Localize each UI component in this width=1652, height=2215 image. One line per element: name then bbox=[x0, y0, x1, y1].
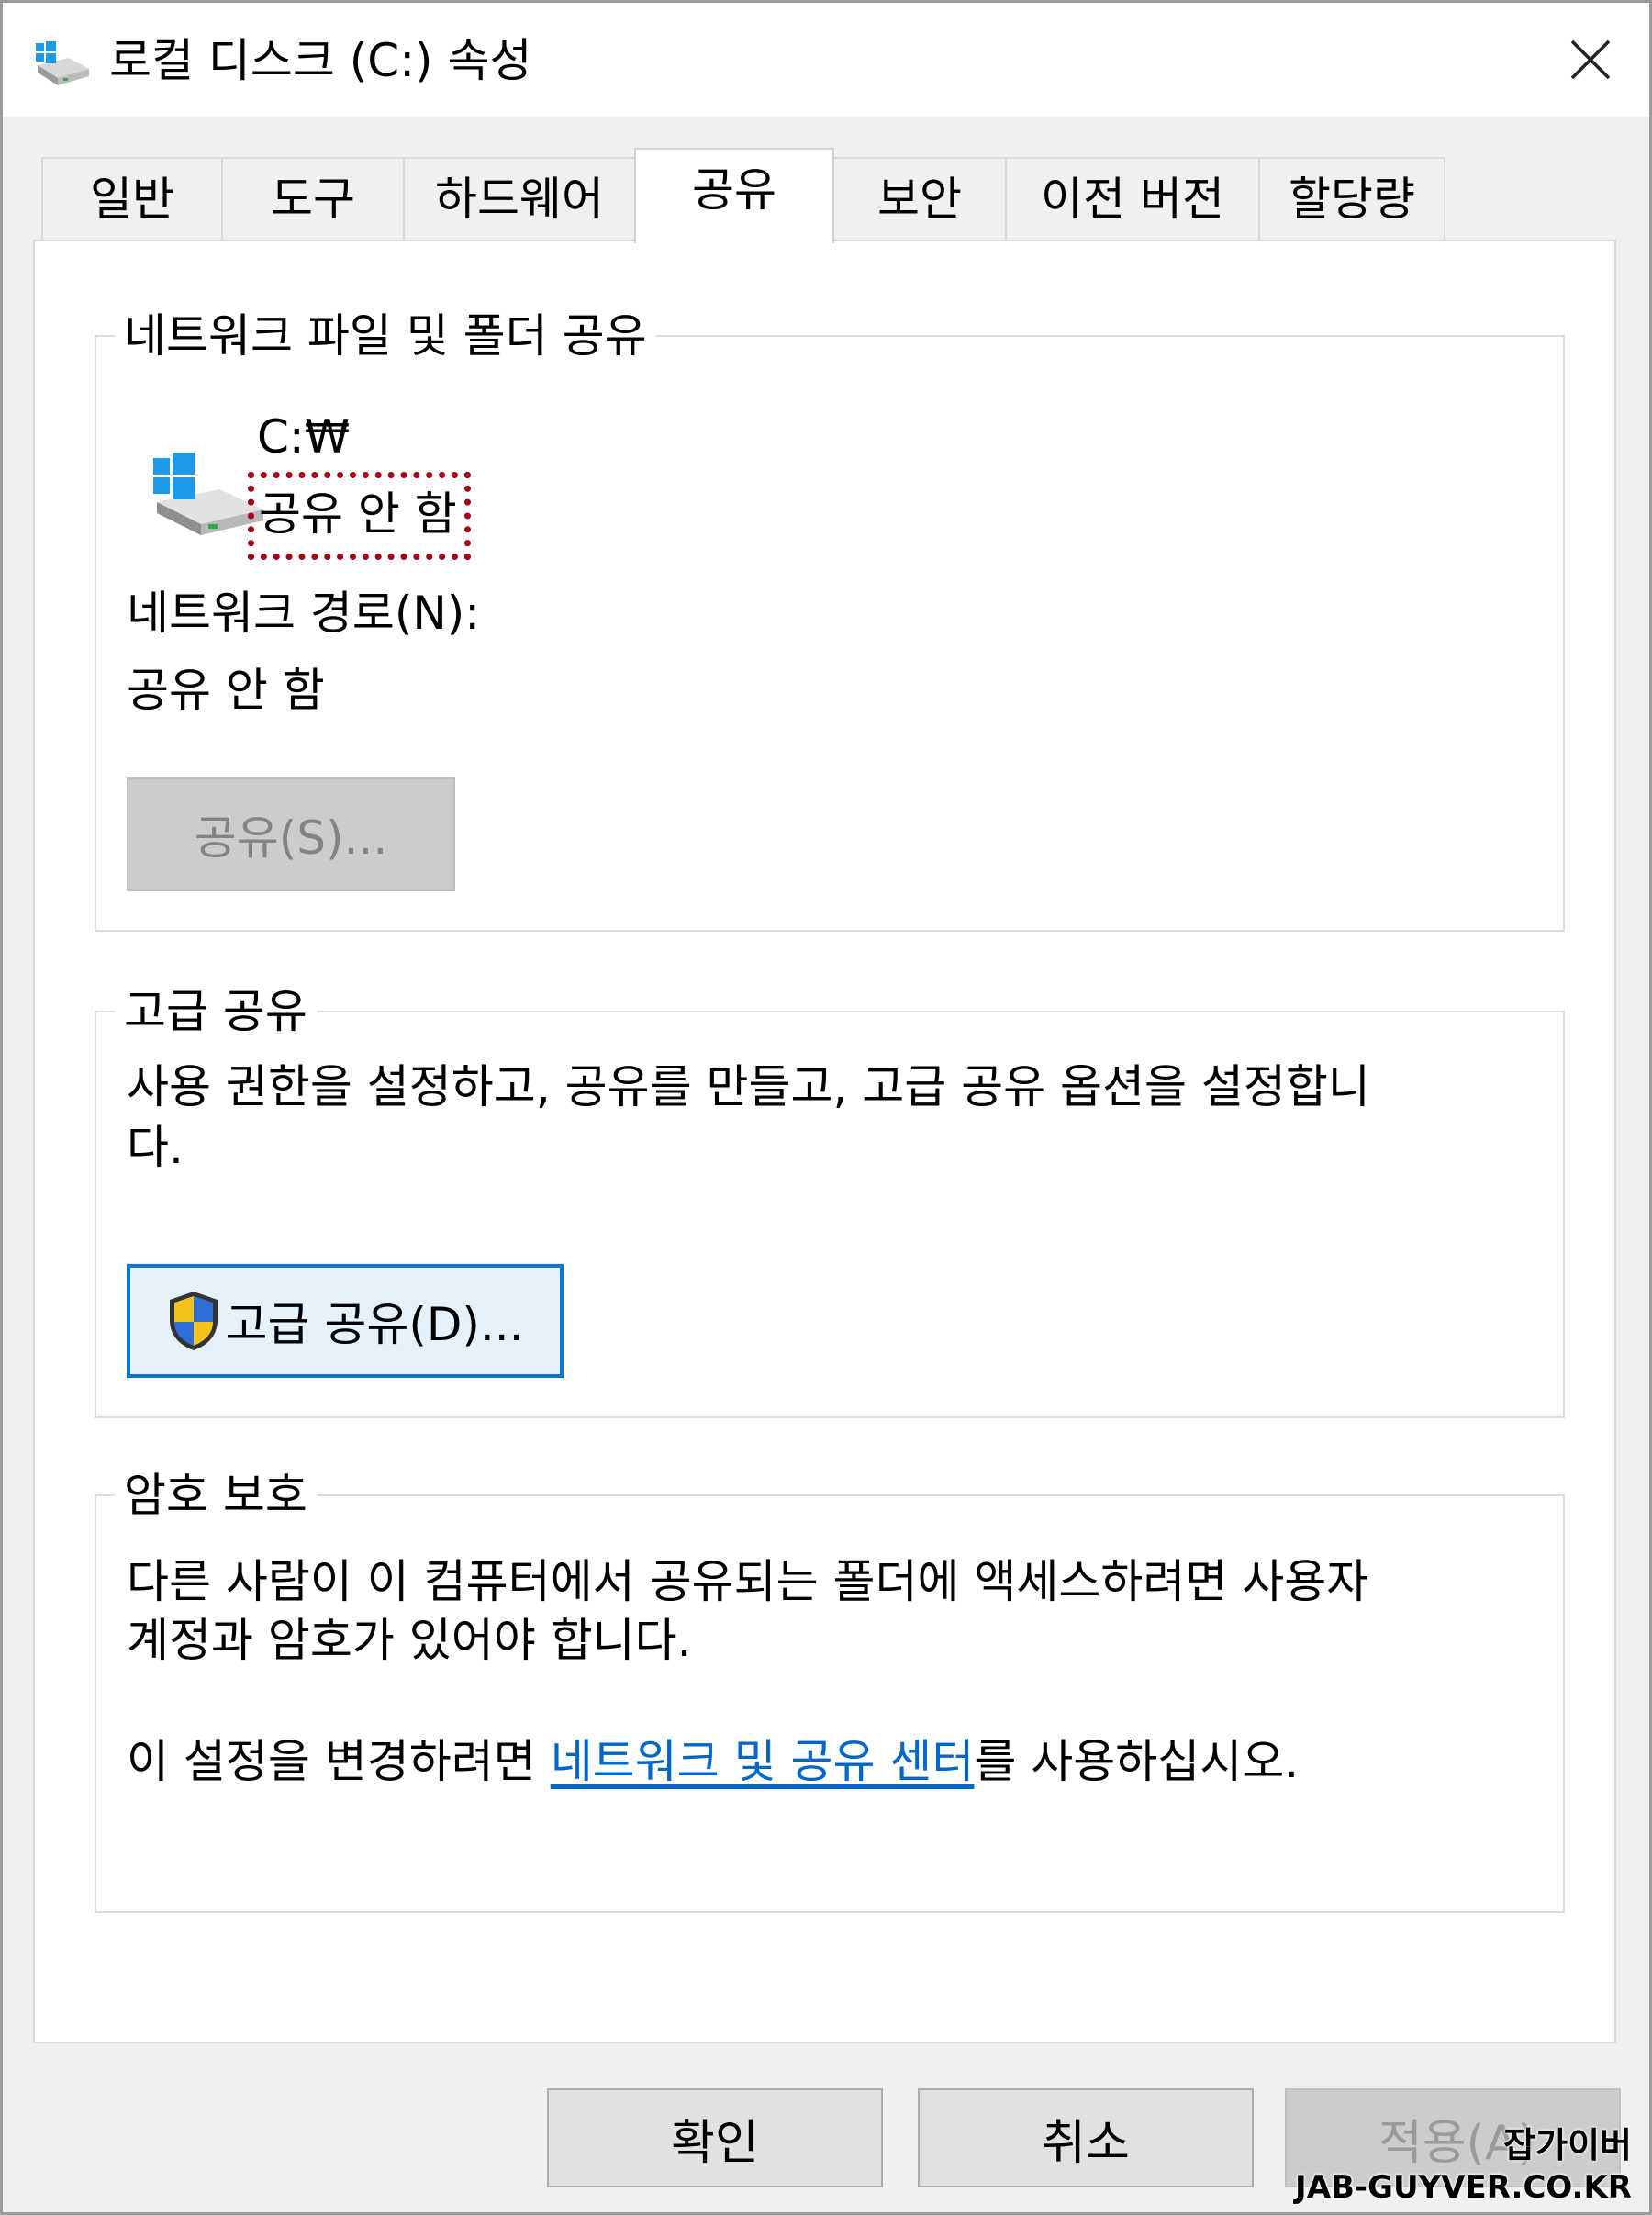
advanced-sharing-legend: 고급 공유 bbox=[115, 981, 317, 1042]
network-sharing-group: 네트워크 파일 및 폴더 공유 C:₩ 공유 안 함 네트워크 경로(N): 공… bbox=[95, 306, 1565, 932]
ok-button[interactable]: 확인 bbox=[547, 2088, 883, 2187]
cancel-button[interactable]: 취소 bbox=[918, 2088, 1254, 2187]
advanced-sharing-button[interactable]: 고급 공유(D)... bbox=[127, 1264, 564, 1378]
tab-general[interactable]: 일반 bbox=[41, 157, 223, 241]
network-path-label: 네트워크 경로(N): bbox=[127, 587, 481, 640]
close-icon bbox=[1570, 39, 1611, 80]
password-protection-legend: 암호 보호 bbox=[115, 1465, 317, 1526]
drive-icon bbox=[36, 41, 89, 85]
sharing-panel: 네트워크 파일 및 폴더 공유 C:₩ 공유 안 함 네트워크 경로(N): 공… bbox=[33, 240, 1616, 2043]
tab-sharing[interactable]: 공유 bbox=[634, 148, 834, 243]
network-sharing-legend: 네트워크 파일 및 폴더 공유 bbox=[115, 306, 656, 366]
advanced-sharing-description-cont: 다. bbox=[127, 1121, 184, 1174]
change-setting-text: 이 설정을 변경하려면 네트워크 및 공유 센터를 사용하십시오. bbox=[127, 1731, 1299, 1792]
advanced-sharing-button-label: 고급 공유(D)... bbox=[225, 1298, 524, 1351]
advanced-sharing-group: 고급 공유 사용 권한을 설정하고, 공유를 만들고, 고급 공유 옵션을 설정… bbox=[95, 981, 1565, 1418]
password-protection-description: 다른 사람이 이 컴퓨터에서 공유되는 폴더에 액세스하려면 사용자 bbox=[127, 1555, 1369, 1608]
tab-previous-versions[interactable]: 이전 버전 bbox=[1005, 157, 1260, 241]
password-protection-group: 암호 보호 다른 사람이 이 컴퓨터에서 공유되는 폴더에 액세스하려면 사용자… bbox=[95, 1465, 1565, 1913]
share-status: 공유 안 함 bbox=[259, 487, 457, 541]
drive-path: C:₩ bbox=[257, 410, 351, 464]
advanced-sharing-description: 사용 권한을 설정하고, 공유를 만들고, 고급 공유 옵션을 설정합니 bbox=[127, 1060, 1370, 1113]
network-path-value: 공유 안 함 bbox=[127, 664, 325, 717]
properties-dialog: 로컬 디스크 (C:) 속성 일반 도구 하드웨어 공유 보안 이전 버전 할당… bbox=[0, 0, 1652, 2215]
title-bar: 로컬 디스크 (C:) 속성 bbox=[3, 3, 1649, 117]
tab-security[interactable]: 보안 bbox=[832, 157, 1007, 241]
share-button[interactable]: 공유(S)... bbox=[127, 777, 455, 891]
network-sharing-center-link[interactable]: 네트워크 및 공유 센터 bbox=[551, 1735, 975, 1788]
window-title: 로컬 디스크 (C:) 속성 bbox=[109, 34, 532, 87]
password-protection-description-cont: 계정과 암호가 있어야 합니다. bbox=[127, 1614, 692, 1667]
change-setting-prefix: 이 설정을 변경하려면 bbox=[127, 1735, 551, 1788]
watermark: 잡가이버 JAB-GUYVER.CO.KR bbox=[1295, 2123, 1632, 2208]
tab-hardware[interactable]: 하드웨어 bbox=[403, 157, 636, 241]
tab-tools[interactable]: 도구 bbox=[221, 157, 405, 241]
uac-shield-icon bbox=[170, 1292, 218, 1350]
change-setting-suffix: 를 사용하십시오. bbox=[974, 1735, 1300, 1788]
tab-quota[interactable]: 할당량 bbox=[1258, 157, 1446, 241]
close-button[interactable] bbox=[1545, 19, 1636, 100]
watermark-line2: JAB-GUYVER.CO.KR bbox=[1295, 2169, 1632, 2206]
watermark-line1: 잡가이버 bbox=[1503, 2125, 1632, 2165]
